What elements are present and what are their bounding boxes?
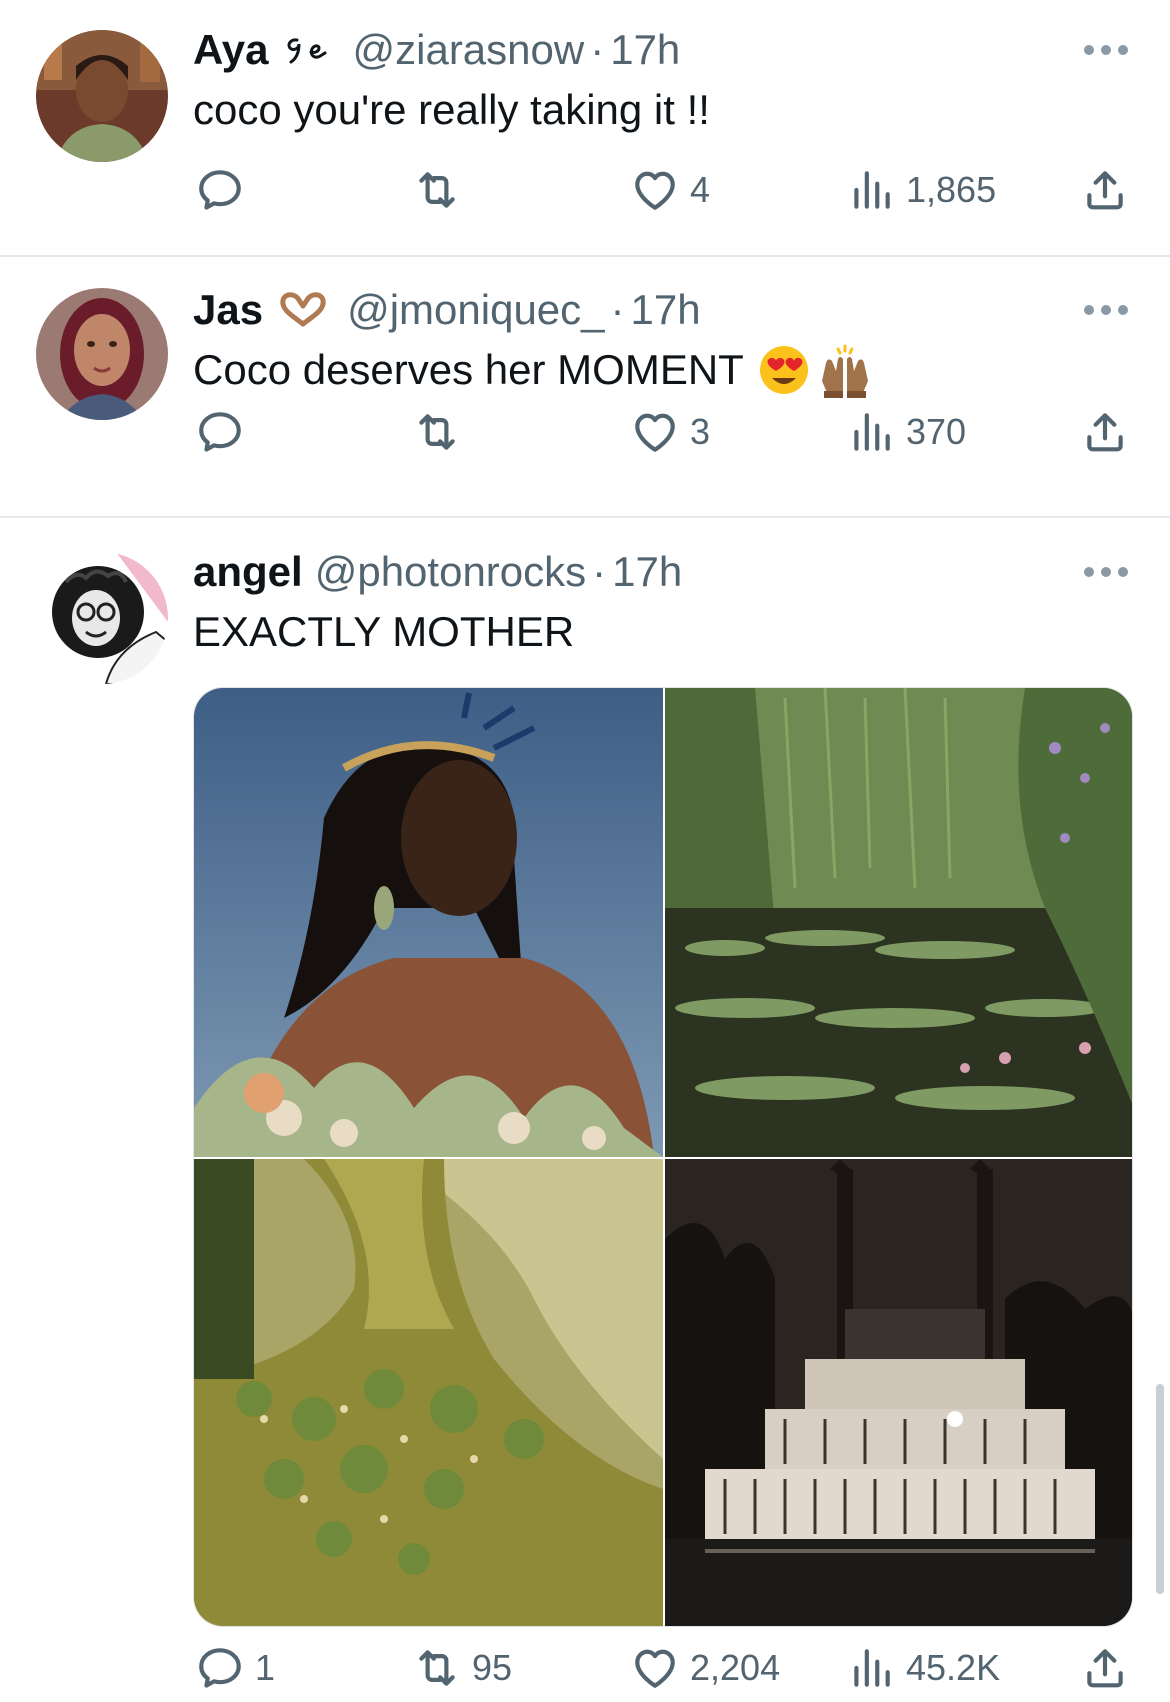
timestamp[interactable]: 17h (612, 548, 682, 596)
reply-count: 1 (255, 1647, 276, 1688)
action-bar: 1 95 2,204 45.2K (0, 1640, 1170, 1696)
tweet-header: angel @photonrocks · 17h (193, 542, 682, 602)
reply-icon (195, 1643, 245, 1693)
like-button[interactable]: 2,204 (630, 1640, 780, 1696)
separator: · (592, 548, 607, 595)
retweet-button[interactable]: 95 (412, 1640, 512, 1696)
views-icon (846, 1643, 896, 1693)
heart-icon (630, 1643, 680, 1693)
riverboat-photo[interactable] (665, 1159, 1132, 1626)
share-icon (1080, 1643, 1130, 1693)
retweet-count: 95 (472, 1647, 513, 1688)
portrait-photo[interactable] (194, 688, 663, 1157)
like-count: 2,204 (690, 1647, 781, 1688)
views-count: 45.2K (906, 1647, 1001, 1688)
gown-detail-photo[interactable] (194, 1159, 663, 1626)
media-grid[interactable] (193, 687, 1133, 1627)
handle[interactable]: @photonrocks (315, 548, 586, 596)
retweet-icon (412, 1643, 462, 1693)
tweet-text: EXACTLY MOTHER (193, 608, 575, 655)
lily-pond-photo[interactable] (665, 688, 1132, 1157)
views-button[interactable]: 45.2K (846, 1640, 1000, 1696)
more-icon[interactable] (1084, 566, 1128, 578)
reply-button[interactable]: 1 (195, 1640, 275, 1696)
share-button[interactable] (1080, 1640, 1130, 1696)
avatar[interactable] (36, 552, 168, 684)
display-name[interactable]: angel (193, 548, 303, 596)
tweet-angel[interactable]: angel @photonrocks · 17h EXACTLY MOTHER (0, 0, 1170, 1702)
scrollbar[interactable] (1156, 1384, 1164, 1594)
